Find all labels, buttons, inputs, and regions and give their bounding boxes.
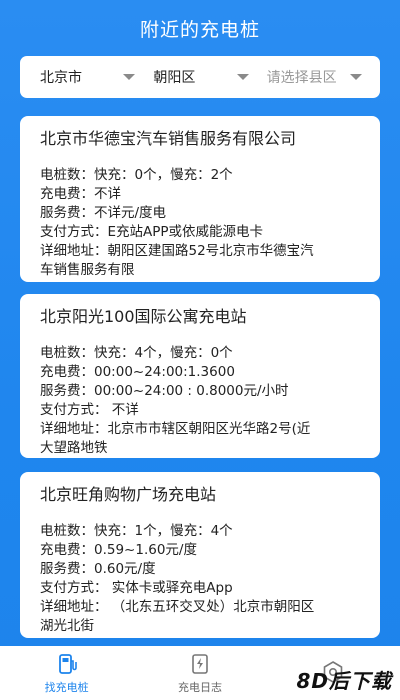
station-address-cont: 湖光北街 xyxy=(40,618,94,634)
station-card[interactable]: 北京阳光100国际公寓充电站 电桩数：快充：4个，慢充：0个 充电费：00:00… xyxy=(20,294,380,458)
watermark-logo: 8D后下载 xyxy=(296,669,392,693)
station-service-fee: 服务费：0.60元/度 xyxy=(40,561,156,577)
station-pile-count: 电桩数：快充：1个，慢充：4个 xyxy=(40,523,233,539)
station-title: 北京市华德宝汽车销售服务有限公司 xyxy=(40,129,297,148)
district-select-label: 朝阳区 xyxy=(153,70,196,86)
station-address: 详细地址：朝阳区建国路52号北京市华德宝汽 xyxy=(40,243,314,259)
station-charge-fee: 充电费：00:00~24:00:1.3600 xyxy=(40,364,235,380)
tab-charge-log-label: 充电日志 xyxy=(177,680,222,694)
station-address-cont: 车销售服务有限 xyxy=(40,262,135,278)
charge-log-icon xyxy=(192,653,208,674)
tab-charge-log[interactable]: 充电日志 xyxy=(150,652,250,695)
tab-find-charger[interactable]: 找充电桩 xyxy=(17,652,117,695)
station-pile-count: 电桩数：快充：0个，慢充：2个 xyxy=(40,167,233,183)
station-charge-fee: 充电费：0.59~1.60元/度 xyxy=(40,542,197,558)
station-payment: 支付方式：E充站APP或依威能源电卡 xyxy=(40,224,264,240)
county-select-label: 请选择县区 xyxy=(266,70,337,86)
station-service-fee: 服务费：00:00~24:00 : 0.8000元/小时 xyxy=(40,383,289,399)
county-select[interactable]: 请选择县区 xyxy=(257,67,370,87)
page-header: 附近的充电桩 xyxy=(0,0,400,56)
station-title: 北京阳光100国际公寓充电站 xyxy=(40,307,247,326)
station-address: 详细地址： （北东五环交叉处）北京市朝阳区 xyxy=(40,599,315,615)
station-title: 北京旺角购物广场充电站 xyxy=(40,485,217,504)
city-select-label: 北京市 xyxy=(40,70,82,86)
region-filter-bar: 北京市 朝阳区 请选择县区 xyxy=(20,56,380,98)
district-select[interactable]: 朝阳区 xyxy=(143,67,256,87)
station-address: 详细地址：北京市市辖区朝阳区光华路2号(近 xyxy=(40,421,311,437)
tab-find-charger-label: 找充电桩 xyxy=(44,680,89,694)
chevron-down-icon xyxy=(349,74,362,80)
chevron-down-icon xyxy=(123,74,136,80)
station-address-cont: 大望路地铁 xyxy=(40,440,108,456)
page-title: 附近的充电桩 xyxy=(139,18,260,41)
chevron-down-icon xyxy=(236,74,249,80)
station-card[interactable]: 北京市华德宝汽车销售服务有限公司 电桩数：快充：0个，慢充：2个 充电费：不详 … xyxy=(20,116,380,282)
station-payment: 支付方式： 实体卡或驿充电App xyxy=(40,580,233,596)
station-card[interactable]: 北京旺角购物广场充电站 电桩数：快充：1个，慢充：4个 充电费：0.59~1.6… xyxy=(20,472,380,638)
charging-station-icon xyxy=(58,653,77,674)
station-pile-count: 电桩数：快充：4个，慢充：0个 xyxy=(40,345,233,361)
city-select[interactable]: 北京市 xyxy=(30,67,143,87)
station-service-fee: 服务费：不详元/度电 xyxy=(40,205,167,221)
station-payment: 支付方式： 不详 xyxy=(40,402,139,418)
station-charge-fee: 充电费：不详 xyxy=(40,186,121,202)
